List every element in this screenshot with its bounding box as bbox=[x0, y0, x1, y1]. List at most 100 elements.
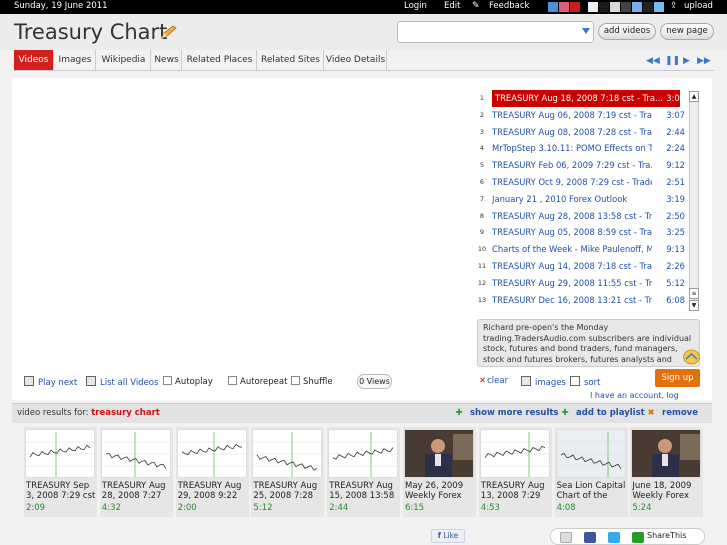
play-icon[interactable]: ▶ bbox=[683, 56, 690, 66]
playlist-item[interactable]: 2 TREASURY Aug 06, 2008 7:19 cst - Tra...… bbox=[476, 107, 688, 124]
chat-bubble-icon[interactable] bbox=[683, 349, 700, 365]
tab-videos[interactable]: Videos bbox=[14, 50, 54, 70]
play-next-control[interactable]: Play next bbox=[24, 376, 77, 388]
chart-preview[interactable] bbox=[328, 429, 399, 478]
scroll-up-icon[interactable]: ▲ bbox=[689, 91, 699, 102]
tab-related-places[interactable]: Related Places bbox=[183, 50, 257, 70]
theme-swatch[interactable] bbox=[643, 2, 653, 12]
theme-swatch[interactable] bbox=[599, 2, 609, 12]
autoplay-checkbox[interactable]: Autoplay bbox=[163, 376, 213, 387]
rewind-icon[interactable]: ◀◀ bbox=[646, 56, 660, 66]
theme-swatch[interactable] bbox=[610, 2, 620, 12]
playlist-item[interactable]: 7 January 21 , 2010 Forex Outlook 3:19 bbox=[476, 191, 688, 208]
playlist-item-title[interactable]: MrTopStep 3.10.11: POMO Effects on Tr... bbox=[492, 140, 652, 157]
chart-preview[interactable] bbox=[100, 429, 171, 478]
edit-pencil-icon[interactable] bbox=[160, 25, 178, 39]
result-thumbnail[interactable]: TREASURY Aug 28, 2008 7:27 cst 4:32 bbox=[99, 427, 173, 517]
result-thumbnail[interactable]: May 26, 2009 Weekly Forex 6:15 bbox=[403, 427, 476, 517]
facebook-share-icon[interactable] bbox=[584, 532, 596, 543]
result-thumbnail[interactable]: TREASURY Aug 13, 2008 7:29 cst 4:53 bbox=[478, 427, 552, 517]
result-thumbnail[interactable]: June 18, 2009 Weekly Forex 5:24 bbox=[630, 427, 704, 517]
search-input[interactable] bbox=[402, 23, 577, 41]
chart-preview[interactable] bbox=[479, 429, 550, 478]
playlist-item-title[interactable]: TREASURY Oct 9, 2008 7:29 cst - Trade... bbox=[492, 174, 652, 191]
playlist-item[interactable]: 8 TREASURY Aug 28, 2008 13:58 cst - Tr...… bbox=[476, 208, 688, 225]
result-thumbnail[interactable]: TREASURY Aug 29, 2008 9:22 cst 2:00 bbox=[175, 427, 249, 517]
thumbnail-caption[interactable]: Sea Lion Capital Chart of the Day bbox=[557, 481, 627, 501]
playlist-item-title[interactable]: TREASURY Aug 18, 2008 7:18 cst - Tra... bbox=[492, 90, 680, 107]
theme-swatch[interactable] bbox=[548, 2, 558, 12]
pause-icon[interactable]: ❚❚ bbox=[665, 56, 680, 66]
add-videos-button[interactable]: add videos bbox=[598, 23, 656, 40]
playlist-item[interactable]: 6 TREASURY Oct 9, 2008 7:29 cst - Trade..… bbox=[476, 174, 688, 191]
scroll-down-icon[interactable]: ▼ bbox=[689, 300, 699, 311]
show-more-results-button[interactable]: ✚ show more results bbox=[454, 408, 558, 418]
thumbnail-caption[interactable]: TREASURY Aug 28, 2008 7:27 cst bbox=[102, 481, 172, 501]
presenter-photo[interactable] bbox=[404, 429, 474, 478]
images-control[interactable]: images bbox=[521, 376, 566, 388]
search-box[interactable] bbox=[397, 21, 594, 43]
search-dropdown-icon[interactable] bbox=[582, 28, 590, 34]
autorepeat-box[interactable] bbox=[228, 376, 237, 385]
theme-swatch[interactable] bbox=[559, 2, 569, 12]
feedback-link[interactable]: Feedback bbox=[489, 1, 529, 11]
edit-link[interactable]: Edit bbox=[444, 1, 460, 11]
autorepeat-checkbox[interactable]: Autorepeat bbox=[228, 376, 287, 387]
twitter-icon[interactable] bbox=[608, 532, 620, 543]
tab-images[interactable]: Images bbox=[55, 50, 96, 70]
tab-wikipedia[interactable]: Wikipedia bbox=[97, 50, 151, 70]
thumbnail-caption[interactable]: TREASURY Sep 3, 2008 7:29 cst - bbox=[26, 481, 96, 501]
autoplay-box[interactable] bbox=[163, 376, 172, 385]
sharethis-icon[interactable] bbox=[632, 532, 644, 543]
remove-button[interactable]: ✖ remove bbox=[646, 408, 698, 418]
upload-link[interactable]: upload bbox=[684, 1, 713, 11]
thumbnail-caption[interactable]: TREASURY Aug 13, 2008 7:29 cst bbox=[481, 481, 551, 501]
tab-news[interactable]: News bbox=[152, 50, 182, 70]
playlist-item-title[interactable]: TREASURY Dec 16, 2008 13:21 cst - Tr... bbox=[492, 292, 652, 309]
chart-preview[interactable] bbox=[555, 429, 626, 478]
thumbnail-caption[interactable]: TREASURY Aug 29, 2008 9:22 cst bbox=[178, 481, 248, 501]
playlist-item-title[interactable]: TREASURY Aug 05, 2008 8:59 cst - Tra... bbox=[492, 224, 652, 241]
scroll-thumb[interactable]: ≡ bbox=[689, 288, 699, 299]
new-page-button[interactable]: new page bbox=[660, 23, 714, 40]
playlist-item-title[interactable]: TREASURY Aug 06, 2008 7:19 cst - Tra... bbox=[492, 107, 652, 124]
clear-control[interactable]: ✕clear bbox=[479, 376, 508, 386]
theme-swatch[interactable] bbox=[632, 2, 642, 12]
playlist-item[interactable]: 3 TREASURY Aug 08, 2008 7:28 cst - Tra...… bbox=[476, 124, 688, 141]
thumbnail-caption[interactable]: May 26, 2009 Weekly Forex bbox=[405, 481, 475, 501]
playlist-scrollbar[interactable]: ▲ ≡ ▼ bbox=[689, 91, 699, 311]
list-all-videos-control[interactable]: List all Videos bbox=[86, 376, 158, 388]
theme-swatch[interactable] bbox=[621, 2, 631, 12]
playlist-item-title[interactable]: TREASURY Aug 28, 2008 13:58 cst - Tr... bbox=[492, 208, 652, 225]
shuffle-checkbox[interactable]: Shuffle bbox=[291, 376, 333, 387]
playlist-item-title[interactable]: TREASURY Aug 29, 2008 11:55 cst - Tr... bbox=[492, 275, 652, 292]
playlist-item-title[interactable]: TREASURY Aug 08, 2008 7:28 cst - Tra... bbox=[492, 124, 652, 141]
playlist-item-title[interactable]: TREASURY Feb 06, 2009 7:29 cst - Tra... bbox=[492, 157, 652, 174]
theme-swatch[interactable] bbox=[588, 2, 598, 12]
playlist-item[interactable]: 9 TREASURY Aug 05, 2008 8:59 cst - Tra...… bbox=[476, 224, 688, 241]
add-to-playlist-button[interactable]: ✚ add to playlist bbox=[560, 408, 644, 418]
playlist-item-title[interactable]: January 21 , 2010 Forex Outlook bbox=[492, 191, 652, 208]
chart-preview[interactable] bbox=[176, 429, 247, 478]
result-thumbnail[interactable]: TREASURY Aug 15, 2008 13:58 2:44 bbox=[327, 427, 401, 517]
presenter-photo[interactable] bbox=[631, 429, 702, 478]
playlist-item[interactable]: 11 TREASURY Aug 14, 2008 7:18 cst - Tra..… bbox=[476, 258, 688, 275]
playlist-item[interactable]: 4 MrTopStep 3.10.11: POMO Effects on Tr..… bbox=[476, 140, 688, 157]
result-thumbnail[interactable]: Sea Lion Capital Chart of the Day 4:08 bbox=[554, 427, 628, 517]
chart-preview[interactable] bbox=[25, 429, 95, 478]
sort-control[interactable]: sort bbox=[570, 376, 600, 388]
sharethis-label[interactable]: ShareThis bbox=[647, 531, 686, 540]
signup-button[interactable]: Sign up bbox=[655, 369, 700, 387]
playlist-item-title[interactable]: Charts of the Week - Mike Paulenoff, MF.… bbox=[492, 241, 652, 258]
facebook-like-button[interactable]: f Like bbox=[431, 529, 465, 543]
playlist-item[interactable]: 1 TREASURY Aug 18, 2008 7:18 cst - Tra...… bbox=[476, 90, 688, 107]
theme-swatch[interactable] bbox=[654, 2, 664, 12]
playlist-item[interactable]: 5 TREASURY Feb 06, 2009 7:29 cst - Tra...… bbox=[476, 157, 688, 174]
thumbnail-caption[interactable]: TREASURY Aug 25, 2008 7:28 cst bbox=[253, 481, 323, 501]
theme-swatch[interactable] bbox=[570, 2, 580, 12]
playlist-item[interactable]: 12 TREASURY Aug 29, 2008 11:55 cst - Tr..… bbox=[476, 275, 688, 292]
thumbnail-caption[interactable]: TREASURY Aug 15, 2008 13:58 bbox=[329, 481, 399, 501]
have-account-link[interactable]: I have an account, log bbox=[590, 391, 679, 400]
fast-forward-icon[interactable]: ▶▶ bbox=[697, 56, 711, 66]
video-player[interactable] bbox=[22, 88, 470, 364]
